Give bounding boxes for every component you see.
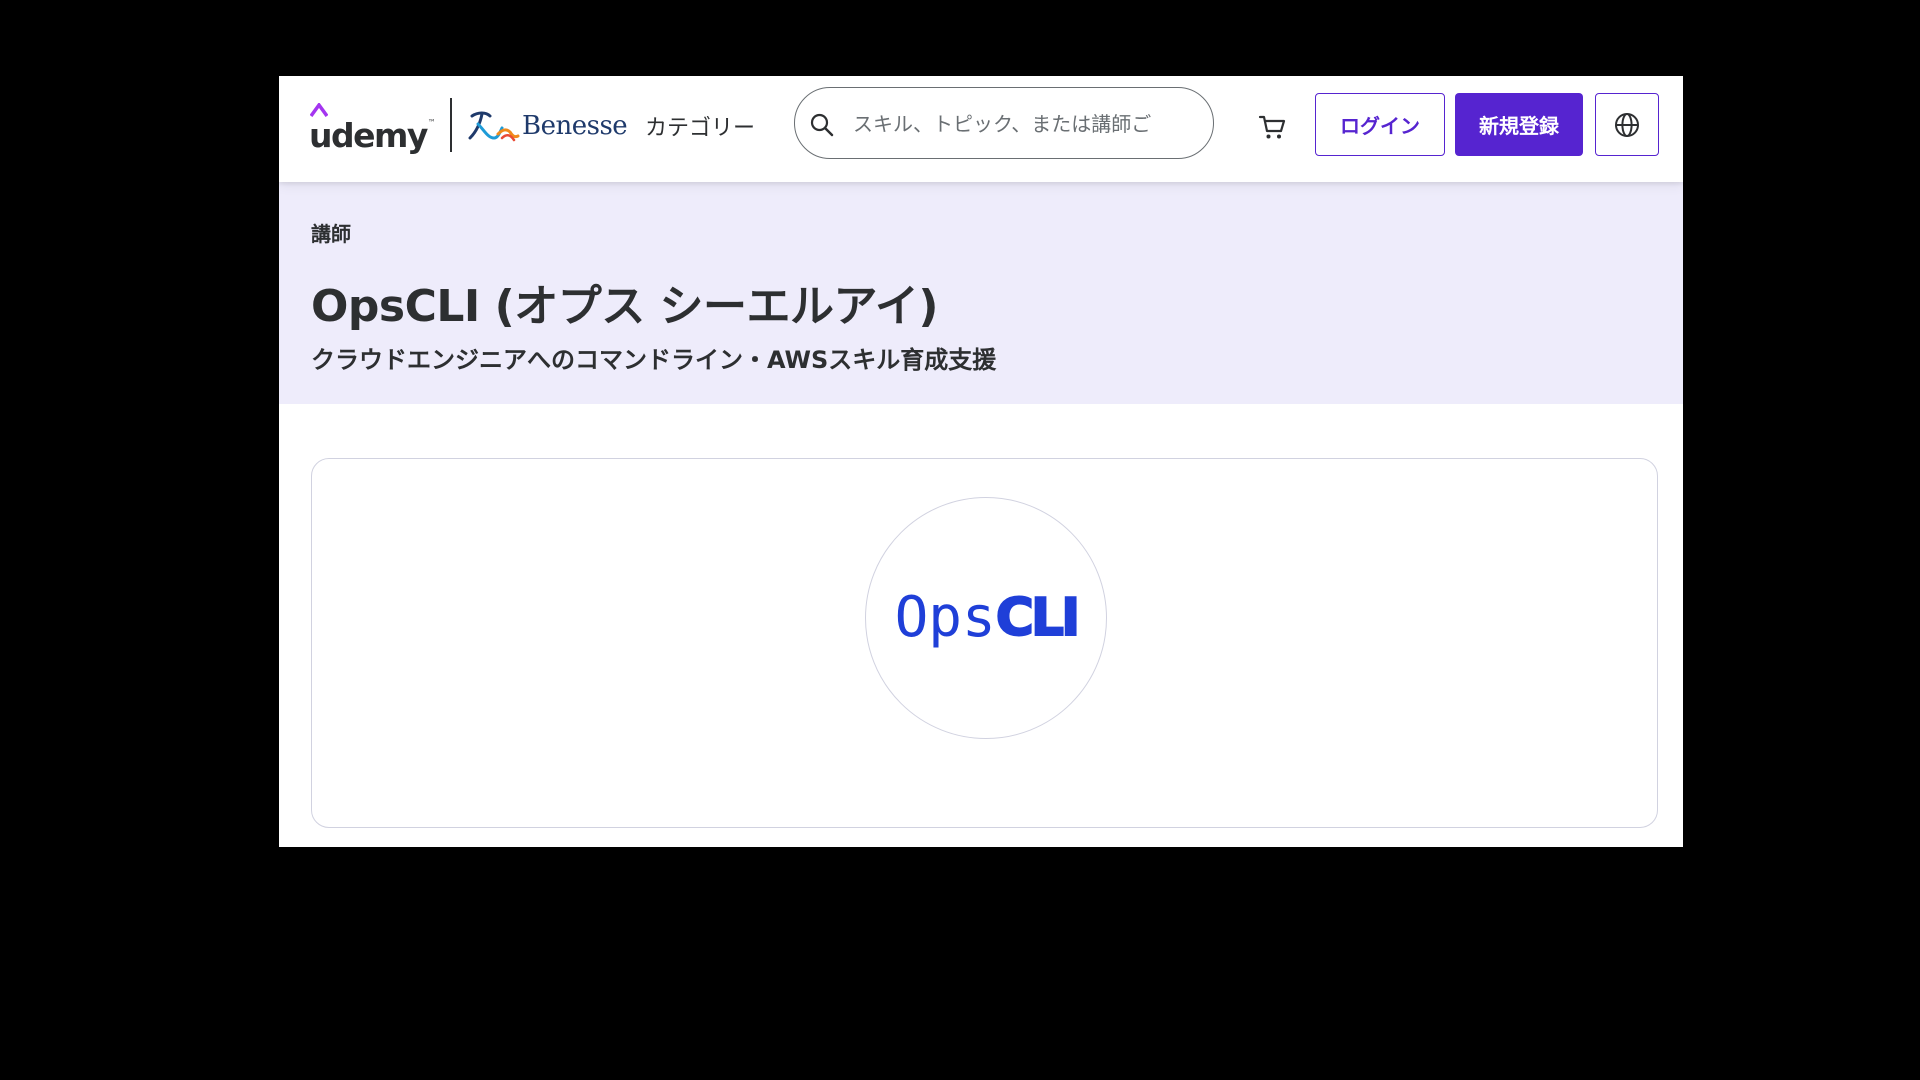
globe-icon: [1615, 112, 1639, 137]
instructor-avatar: Ops CLI: [865, 497, 1107, 739]
instructor-role-label: 講師: [311, 222, 351, 246]
udemy-logo-tm: ™: [427, 118, 436, 127]
instructor-profile-card: Ops CLI: [311, 458, 1658, 828]
benesse-logo-text: Benesse: [522, 111, 628, 141]
search-bar: [794, 87, 1214, 159]
signup-button[interactable]: 新規登録: [1455, 93, 1583, 156]
udemy-logo[interactable]: udemy ™: [309, 103, 436, 155]
instructor-hero: 講師 OpsCLI (オプス シーエルアイ) クラウドエンジニアへのコマンドライ…: [279, 182, 1683, 404]
cart-icon: [1258, 115, 1286, 139]
browser-viewport: udemy ™ Benesse カテゴリー スキル、トピック、または講師ご ログ…: [279, 76, 1683, 847]
logo-divider: [450, 98, 452, 152]
site-header: udemy ™ Benesse カテゴリー スキル、トピック、または講師ご ログ…: [279, 76, 1683, 182]
benesse-logo[interactable]: Benesse: [468, 106, 628, 146]
avatar-logo-text-cli: CLI: [995, 588, 1082, 648]
categories-menu[interactable]: カテゴリー: [645, 109, 755, 149]
udemy-hat-icon: [310, 103, 328, 117]
search-icon[interactable]: [809, 112, 835, 138]
language-button[interactable]: [1595, 93, 1659, 156]
search-input[interactable]: [851, 102, 1195, 146]
instructor-name: OpsCLI (オプス シーエルアイ): [311, 281, 938, 332]
benesse-mark-icon: [468, 111, 520, 142]
avatar-logo-text-ops: Ops: [894, 585, 996, 650]
instructor-tagline: クラウドエンジニアへのコマンドライン・AWSスキル育成支援: [311, 346, 997, 374]
cart-button[interactable]: [1252, 107, 1292, 147]
udemy-logo-text: udemy: [309, 116, 428, 155]
login-button[interactable]: ログイン: [1315, 93, 1445, 156]
